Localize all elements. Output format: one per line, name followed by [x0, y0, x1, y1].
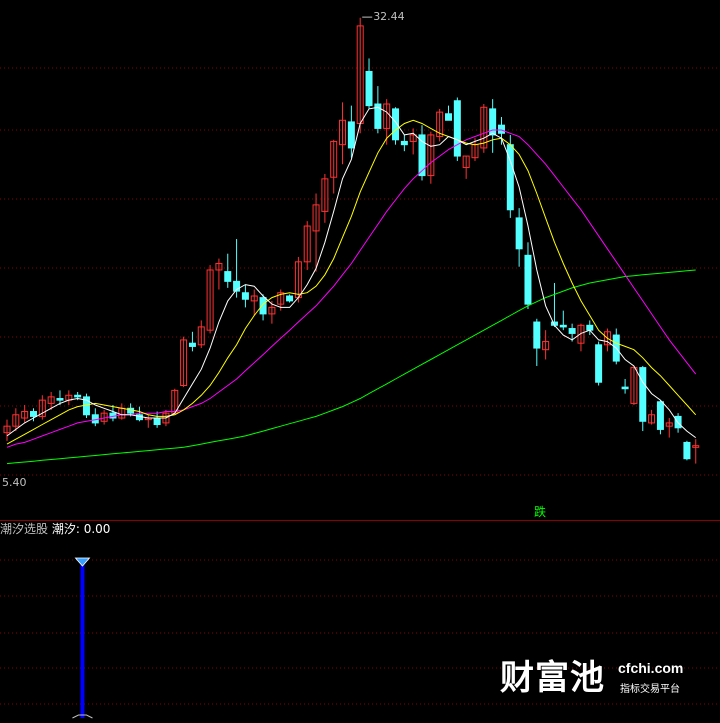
candle — [197, 320, 205, 349]
candle-body-down — [497, 124, 505, 134]
high-price-label: 32.44 — [373, 10, 405, 24]
candle — [409, 128, 417, 155]
ma60-line — [6, 269, 696, 465]
candle — [665, 418, 673, 438]
candle — [692, 439, 700, 464]
watermark-brand-sub: 指标交易平台 — [620, 684, 680, 695]
candle — [312, 193, 320, 272]
indicator-title: 潮汐选股 潮汐: 0.00 — [0, 520, 110, 537]
candle — [206, 265, 214, 334]
candle-body-down — [639, 367, 647, 422]
candle-body-down — [559, 324, 567, 328]
candle — [180, 336, 188, 388]
candle-body-down — [188, 342, 196, 347]
candle — [480, 104, 488, 153]
candle — [427, 131, 435, 184]
candle — [515, 208, 523, 267]
candle — [303, 221, 311, 270]
candle — [38, 395, 46, 420]
candle-body-down — [74, 394, 82, 398]
candle — [215, 258, 223, 290]
candle — [453, 97, 461, 161]
candle — [648, 409, 656, 425]
candle-body-down — [586, 324, 594, 331]
candle-body-down — [153, 417, 161, 426]
moving-average-lines — [6, 106, 697, 465]
candle-body-down — [515, 217, 523, 250]
indicator-value: 潮汐: 0.00 — [51, 522, 111, 536]
candle-body-down — [259, 297, 267, 315]
candle-body-down — [524, 254, 532, 305]
candle — [286, 294, 294, 303]
candle-body-down — [533, 321, 541, 349]
candle — [153, 411, 161, 428]
candle — [3, 419, 11, 441]
watermark-brand-en: cfchi.com — [618, 660, 684, 676]
candle-body-down — [568, 328, 576, 334]
candle-body-down — [595, 344, 603, 383]
candle — [630, 365, 638, 406]
candle-body-down — [365, 70, 373, 107]
candle-body-down — [656, 401, 664, 430]
candle — [365, 58, 373, 109]
candle — [330, 139, 338, 194]
candle — [542, 330, 550, 360]
candle-body-down — [453, 100, 461, 157]
candle — [224, 253, 232, 288]
candle-body-down — [56, 398, 64, 401]
candle — [400, 134, 408, 152]
candle — [559, 310, 567, 331]
candle-body-down — [621, 386, 629, 390]
candle-body-down — [29, 411, 37, 417]
candle — [524, 242, 532, 310]
candle-body-down — [286, 295, 294, 302]
candle — [462, 155, 470, 179]
candle — [683, 440, 691, 461]
candle — [339, 102, 347, 165]
candle — [250, 289, 258, 316]
candle — [294, 256, 302, 303]
candle — [241, 284, 249, 308]
candle — [374, 86, 382, 134]
candle — [118, 403, 126, 420]
candle — [436, 108, 444, 142]
candlestick-series — [3, 17, 700, 464]
price-chart[interactable] — [0, 0, 720, 520]
candle-body-down — [683, 441, 691, 460]
candle — [577, 323, 585, 352]
candle — [356, 17, 364, 134]
candle — [445, 105, 452, 121]
candle-body-down — [400, 140, 408, 146]
candle — [21, 405, 29, 423]
watermark-brand-cn: 财富池 — [500, 658, 605, 698]
candle — [91, 408, 99, 427]
candle — [321, 173, 329, 223]
candle — [65, 390, 73, 406]
candle — [533, 318, 541, 366]
candle — [188, 331, 196, 352]
candle-body-down — [241, 292, 249, 300]
candle — [595, 341, 603, 386]
candle-body-down — [347, 121, 355, 149]
candle-body-down — [445, 113, 452, 121]
candle — [144, 414, 152, 428]
candle — [489, 99, 497, 153]
watermark-logo: 财富池 cfchi.com 指标交易平台 — [500, 650, 710, 700]
candle — [621, 378, 629, 394]
candle-body-down — [224, 271, 232, 282]
candle — [639, 365, 647, 432]
candle — [656, 400, 664, 435]
indicator-series — [72, 557, 93, 719]
candle — [392, 107, 400, 145]
indicator-signal-marker — [74, 557, 91, 567]
fall-signal-label: 跌 — [534, 505, 547, 519]
low-price-label: 5.40 — [2, 476, 27, 489]
indicator-name: 潮汐选股 — [0, 522, 49, 536]
ma20-line — [6, 129, 697, 448]
